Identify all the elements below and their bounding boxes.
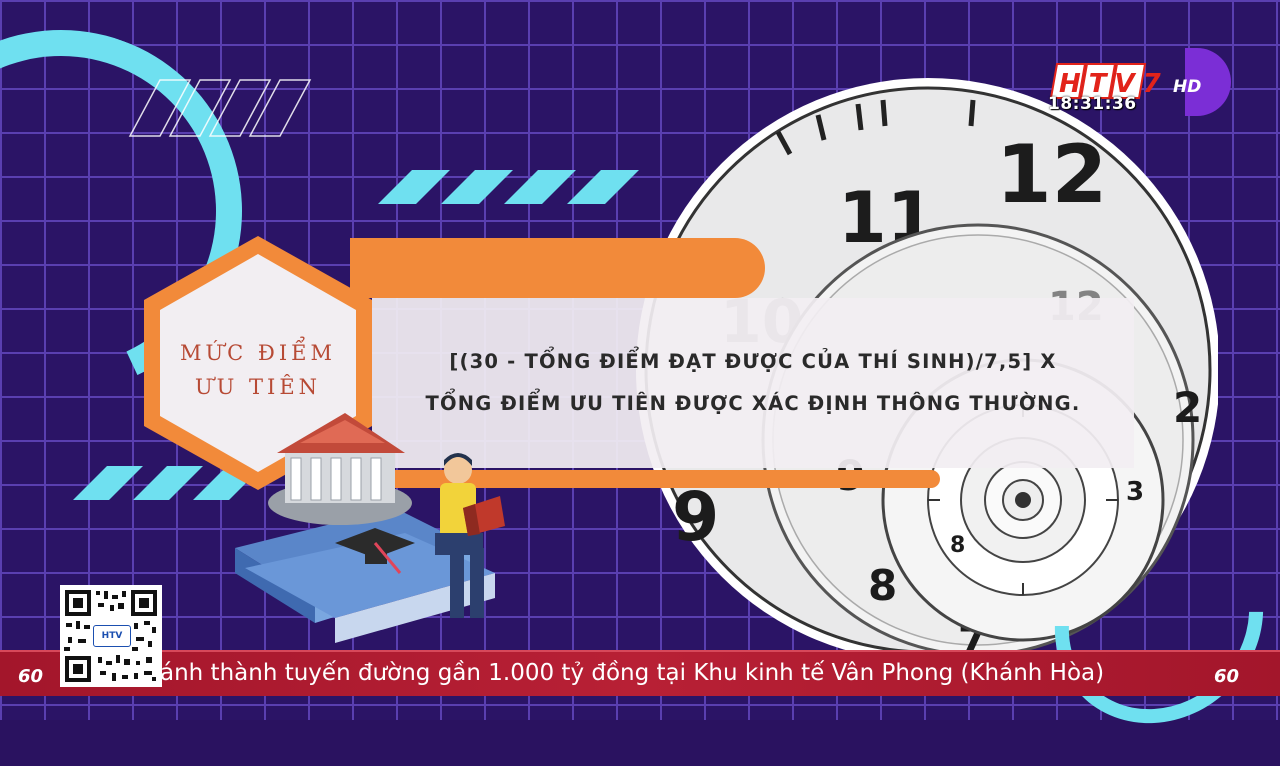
qr-code[interactable]: HTV	[60, 585, 162, 687]
clock-numeral-9: 9	[672, 478, 719, 557]
clock-numeral-12: 12	[996, 128, 1107, 221]
svg-text:60: 60	[18, 666, 43, 686]
clock-numeral-8: 8	[868, 561, 897, 610]
clock-numeral-2: 2	[1173, 383, 1202, 432]
channel-logo-hd: HD	[1173, 77, 1201, 97]
priority-label: MỨC ĐIỂM ƯU TIÊN	[138, 336, 378, 404]
broadcast-time: 18:31:36	[1048, 94, 1137, 114]
qr-center-logo: HTV	[93, 625, 131, 647]
priority-label-line1: MỨC ĐIỂM	[179, 341, 337, 365]
student-reading-illustration	[225, 408, 545, 648]
ticker-headline: ánh thành tuyến đường gần 1.000 tỷ đồng …	[160, 660, 1105, 686]
svg-text:60: 60	[1214, 666, 1239, 686]
clock-numeral-8-small: 8	[950, 533, 965, 558]
orange-banner-top	[350, 238, 765, 298]
ticker-logo-right-icon: 60	[1214, 666, 1239, 686]
formula-line-1: [(30 - TỔNG ĐIỂM ĐẠT ĐƯỢC CỦA THÍ SINH)/…	[449, 350, 1057, 373]
news-ticker: 60 ánh thành tuyến đường gần 1.000 tỷ đồ…	[0, 650, 1280, 696]
priority-label-line2: ƯU TIÊN	[194, 375, 322, 399]
clock-numeral-3: 3	[1126, 477, 1144, 507]
